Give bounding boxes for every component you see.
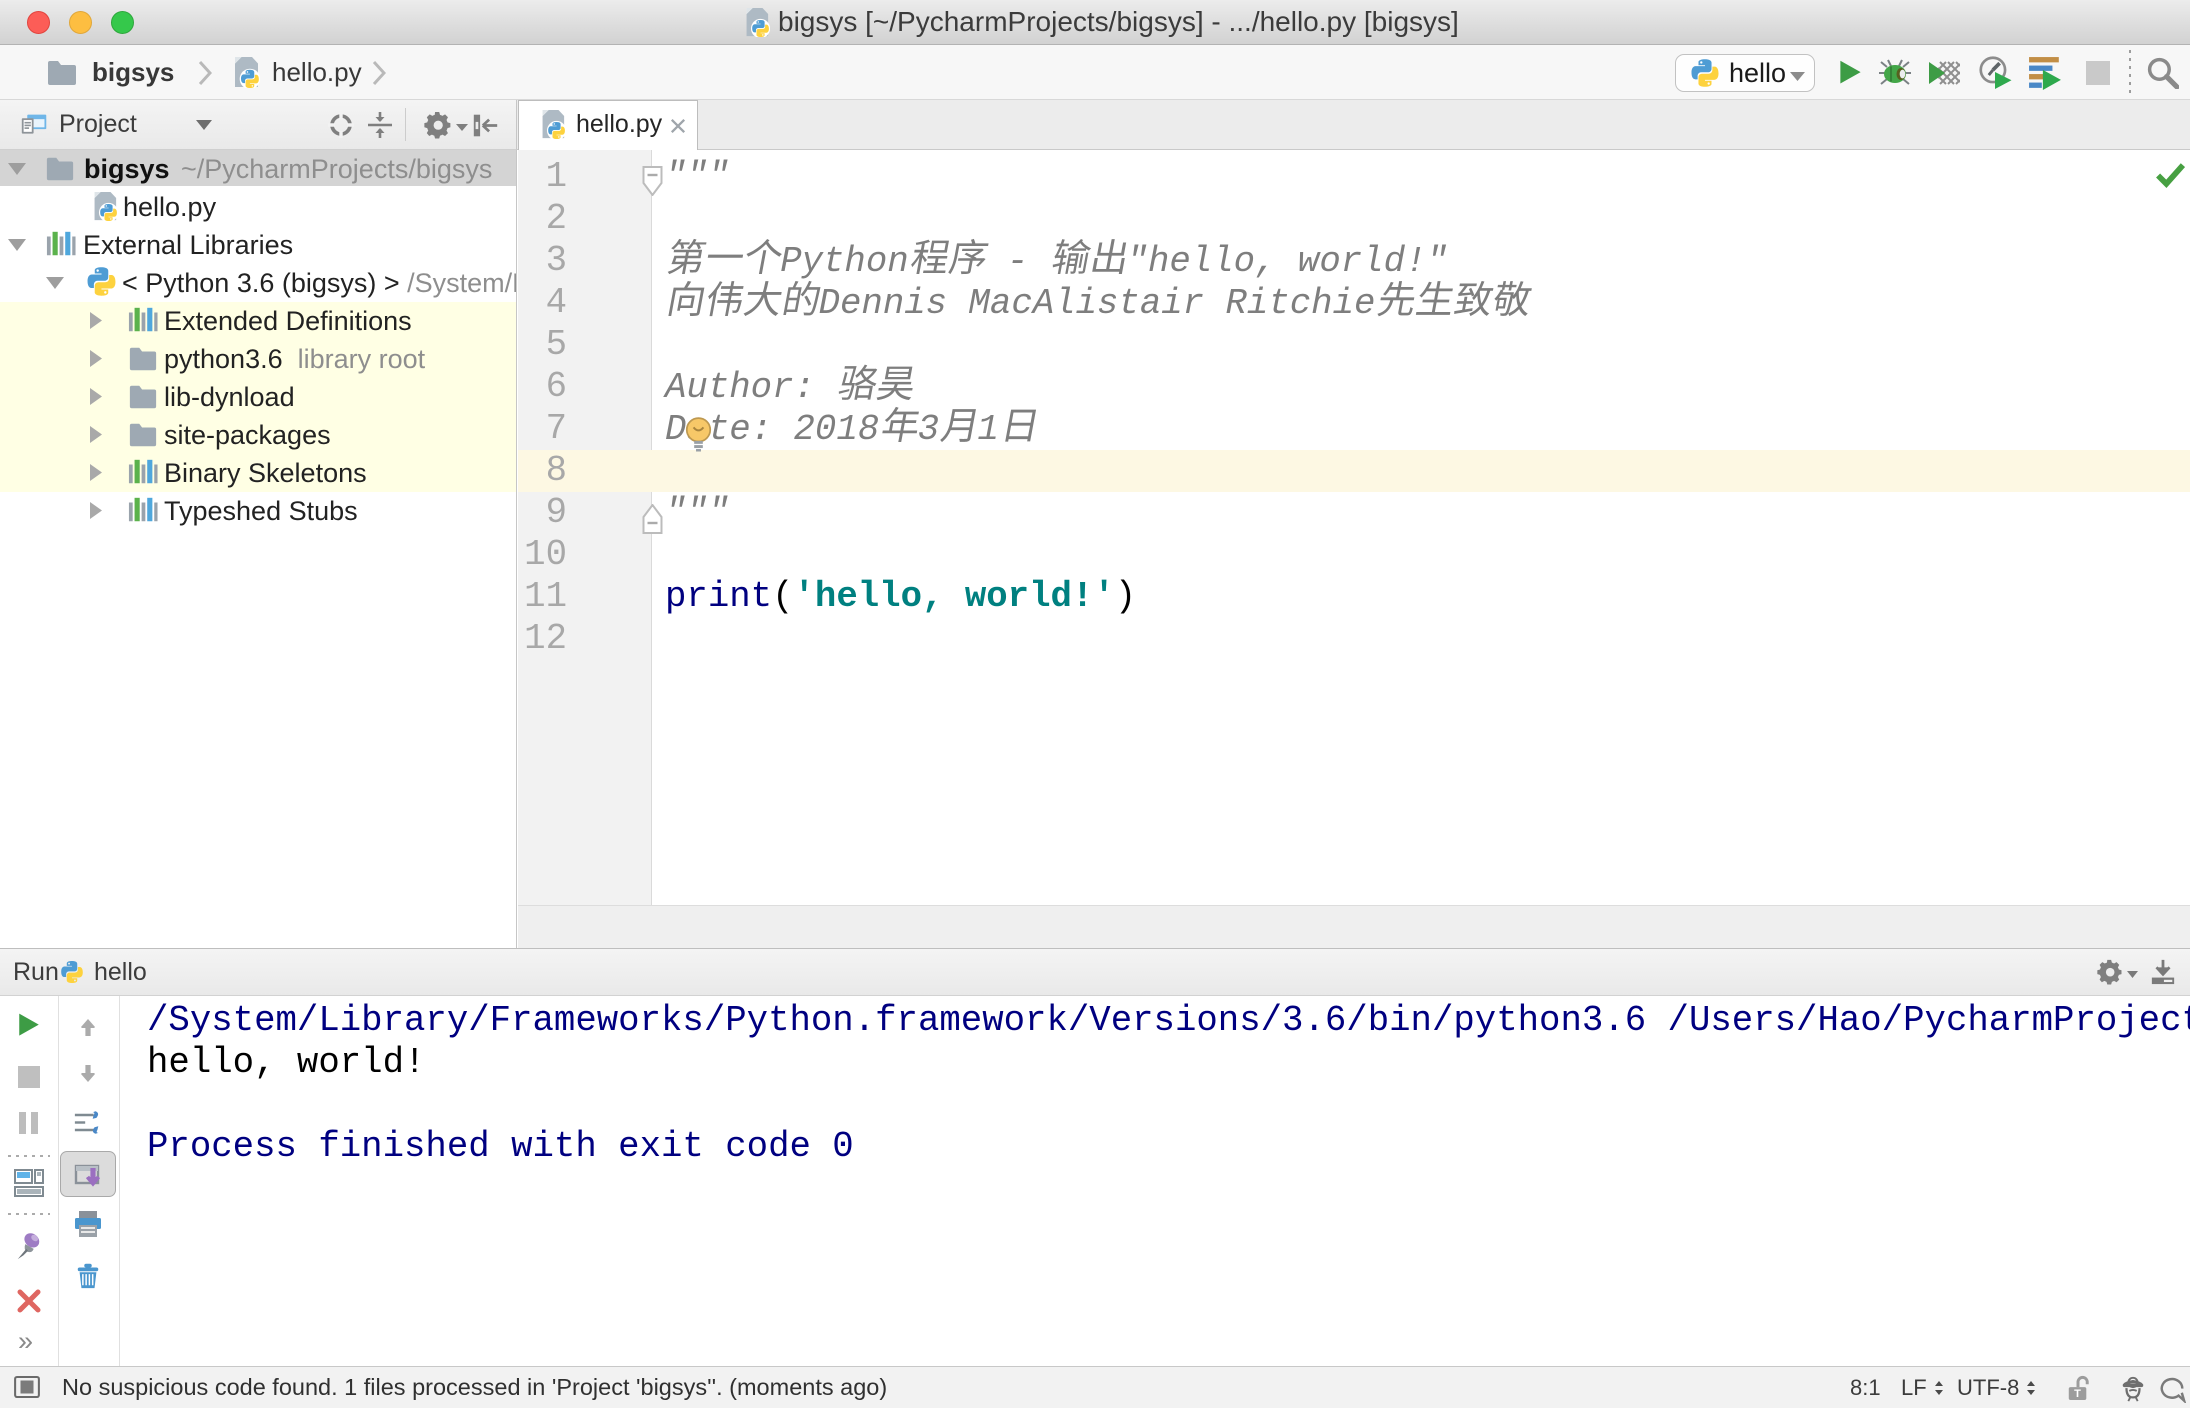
svg-text:Dennis MacAlistair Ritchie: Dennis MacAlistair Ritchie: [819, 283, 1376, 324]
svg-text:1: 1: [977, 409, 998, 450]
svg-text:-: -: [986, 241, 1050, 282]
svg-text:3: 3: [918, 409, 939, 450]
svg-text:Author:: Author:: [663, 367, 836, 408]
svg-text:"hello, world!": "hello, world!": [1127, 241, 1448, 282]
svg-text:Python: Python: [780, 241, 909, 282]
